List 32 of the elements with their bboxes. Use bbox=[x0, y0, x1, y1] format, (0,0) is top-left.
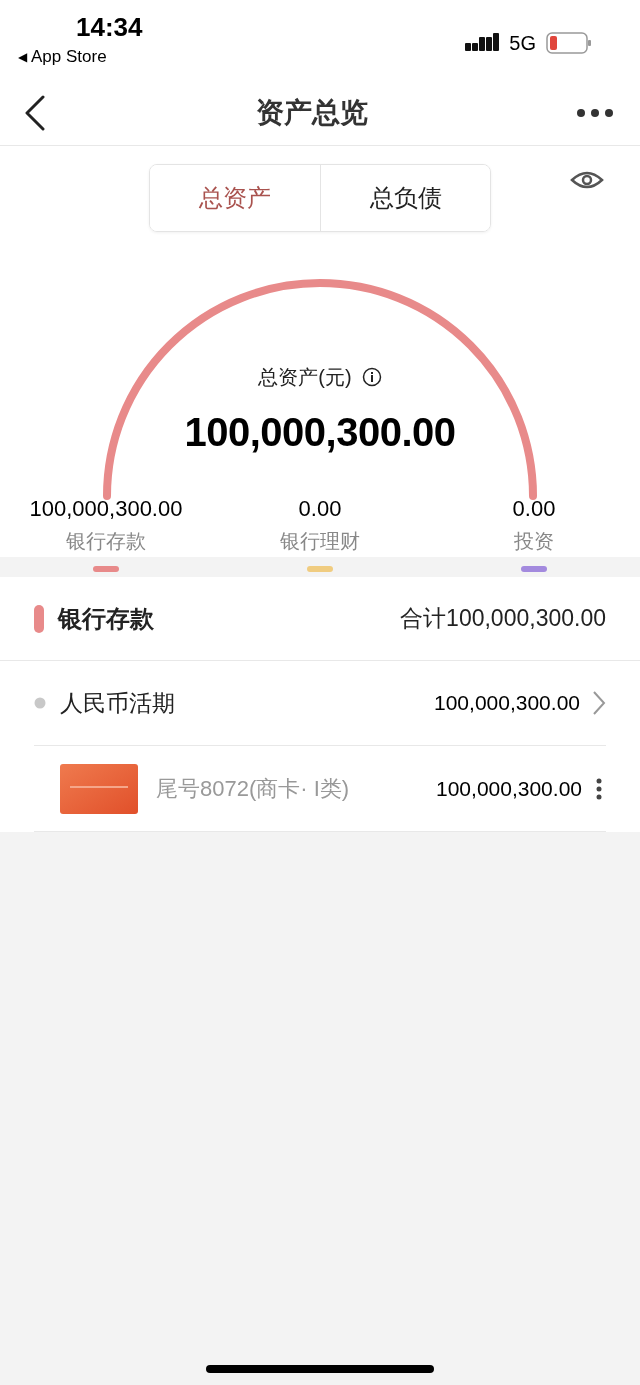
info-icon bbox=[361, 367, 382, 387]
tab[interactable]: 总资产 bbox=[150, 165, 320, 231]
account-amount: 100,000,300.00 bbox=[434, 690, 580, 717]
total-assets-label: 总资产(元) bbox=[258, 365, 352, 390]
category-amount: 0.00 bbox=[298, 495, 342, 523]
account-group-row[interactable]: 人民币活期 100,000,300.00 bbox=[34, 661, 606, 746]
back-to-app-link[interactable]: App Store bbox=[31, 44, 107, 70]
category-amount: 100,000,300.00 bbox=[29, 495, 183, 523]
tab[interactable]: 总负债 bbox=[320, 165, 490, 231]
battery-icon bbox=[546, 31, 592, 55]
clock-time: 14:34 bbox=[76, 11, 143, 44]
back-icon bbox=[24, 94, 46, 131]
section-total: 合计100,000,300.00 bbox=[400, 604, 606, 634]
page-title: 资产总览 bbox=[256, 95, 368, 130]
bank-card-icon bbox=[60, 763, 138, 814]
back-arrow[interactable]: ◀ bbox=[18, 47, 27, 66]
account-amount: 100,000,300.00 bbox=[436, 775, 582, 802]
category-label: 银行存款 bbox=[66, 529, 146, 554]
bullet-icon bbox=[34, 697, 46, 709]
total-assets-amount: 100,000,300.00 bbox=[184, 409, 456, 456]
section-title: 银行存款 bbox=[58, 603, 154, 634]
kebab-icon bbox=[596, 777, 602, 800]
chevron-right-icon bbox=[592, 690, 606, 716]
card-account-row[interactable]: 尾号8072(商卡· I类) 100,000,300.00 bbox=[34, 746, 606, 832]
category-label: 银行理财 bbox=[280, 529, 360, 554]
category-label: 投资 bbox=[514, 529, 554, 554]
category-amount: 0.00 bbox=[512, 495, 556, 523]
network-label: 5G bbox=[509, 31, 536, 56]
more-icon bbox=[576, 107, 614, 118]
signal-icon bbox=[465, 33, 500, 53]
card-name: 尾号8072(商卡· I类) bbox=[156, 775, 350, 803]
account-group-name: 人民币活期 bbox=[60, 688, 175, 718]
